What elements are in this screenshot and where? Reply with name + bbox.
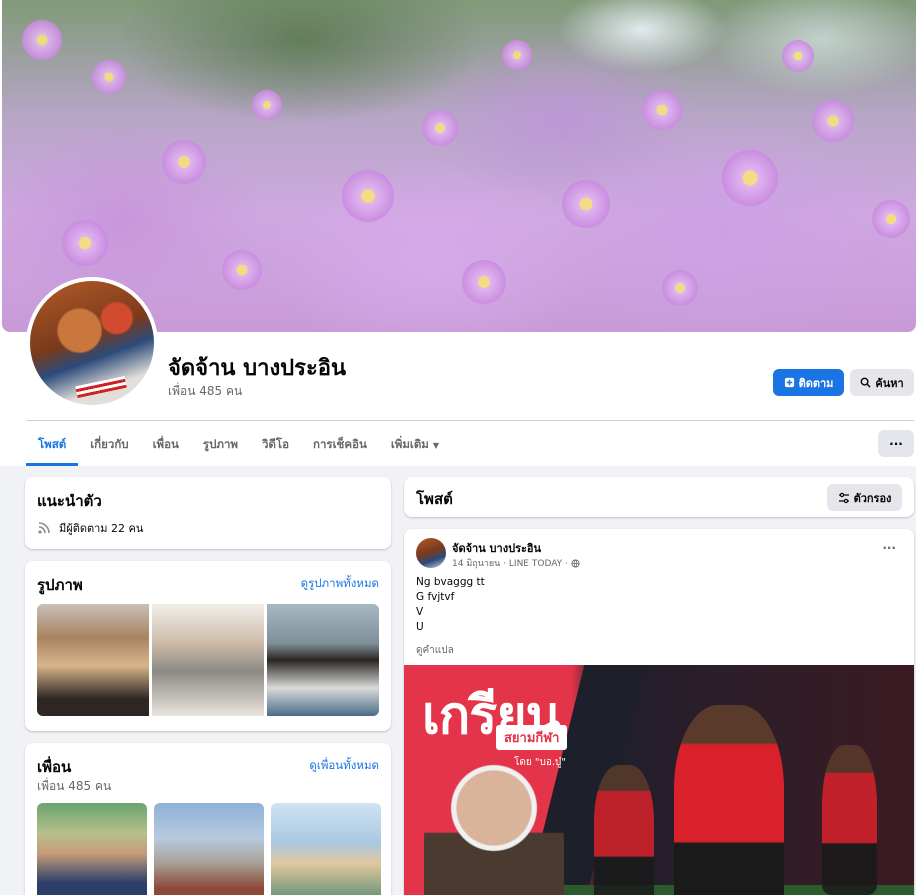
photos-title: รูปภาพ xyxy=(37,576,83,594)
tab-label: เพื่อน xyxy=(152,437,179,451)
image-columnist xyxy=(424,760,564,895)
posts-title: โพสต์ xyxy=(416,490,453,508)
image-player xyxy=(822,745,877,895)
tab-friends[interactable]: เพื่อน xyxy=(141,424,191,466)
post-author-name[interactable]: จัดจ้าน บางประอิน xyxy=(452,539,541,557)
tab-videos[interactable]: วิดีโอ xyxy=(250,424,301,466)
image-player xyxy=(674,705,784,895)
post-text-line: Ng bvaggg tt xyxy=(416,576,485,588)
friend-thumbnail[interactable] xyxy=(154,803,264,895)
search-icon xyxy=(860,377,871,388)
post-text-line: G fvjtvf xyxy=(416,591,455,603)
image-byline: โดย "บอ.บู๋" xyxy=(514,757,566,768)
post-text: Ng bvaggg tt G fvjtvf V U xyxy=(416,575,485,635)
tab-label: เพิ่มเติม xyxy=(390,437,429,451)
post-card: จัดจ้าน บางประอิน 14 มิถุนายน · LINE TOD… xyxy=(404,529,914,895)
see-all-friends-link[interactable]: ดูเพื่อนทั้งหมด xyxy=(309,757,379,775)
post-meta: 14 มิถุนายน · LINE TODAY · xyxy=(452,556,580,570)
photo-thumbnail[interactable] xyxy=(152,604,264,716)
tab-label: โพสต์ xyxy=(38,437,67,451)
photo-thumbnail[interactable] xyxy=(37,604,149,716)
profile-friends-count[interactable]: เพื่อน 485 คน xyxy=(168,382,242,401)
post-text-line: U xyxy=(416,621,424,633)
see-all-photos-link[interactable]: ดูรูปภาพทั้งหมด xyxy=(301,575,379,593)
friend-thumbnail[interactable] xyxy=(271,803,381,895)
profile-avatar[interactable] xyxy=(26,277,158,409)
friends-title: เพื่อน xyxy=(37,758,72,776)
follow-icon xyxy=(784,377,794,388)
filter-label: ตัวกรอง xyxy=(853,491,892,505)
intro-card: แนะนำตัว มีผู้ติดตาม 22 คน xyxy=(25,477,391,549)
tab-label: วิดีโอ xyxy=(262,437,290,451)
globe-icon xyxy=(571,558,580,568)
profile-tabs: โพสต์ เกี่ยวกับ เพื่อน รูปภาพ วิดีโอ การ… xyxy=(26,424,451,466)
profile-name: จัดจ้าน บางประอิน xyxy=(168,356,347,381)
follow-button[interactable]: ติดตาม xyxy=(773,369,844,396)
intro-title: แนะนำตัว xyxy=(37,492,102,510)
search-button[interactable]: ค้นหา xyxy=(850,369,914,396)
profile-header: จัดจ้าน บางประอิน เพื่อน 485 คน ติดตาม ค… xyxy=(0,0,916,466)
tab-more[interactable]: เพิ่มเติม ▼ xyxy=(379,424,451,466)
photo-thumbnail[interactable] xyxy=(267,604,379,716)
follow-label: ติดตาม xyxy=(798,376,834,390)
image-player xyxy=(594,765,654,895)
search-label: ค้นหา xyxy=(875,376,904,390)
header-divider xyxy=(26,420,914,421)
tab-label: การเช็คอิน xyxy=(313,437,367,451)
post-image[interactable]: เกรียน สยามกีฬา โดย "บอ.บู๋" xyxy=(404,665,914,895)
more-options-button[interactable]: ··· xyxy=(878,430,914,457)
followers-text: มีผู้ติดตาม 22 คน xyxy=(59,522,144,535)
tab-photos[interactable]: รูปภาพ xyxy=(191,424,250,466)
friend-thumbnail[interactable] xyxy=(37,803,147,895)
friends-count: เพื่อน 485 คน xyxy=(37,779,112,793)
filter-button[interactable]: ตัวกรอง xyxy=(827,484,902,511)
caret-down-icon: ▼ xyxy=(432,440,440,450)
followers-row[interactable]: มีผู้ติดตาม 22 คน xyxy=(37,519,143,537)
photos-card: รูปภาพ ดูรูปภาพทั้งหมด xyxy=(25,561,391,731)
tab-label: เกี่ยวกับ xyxy=(90,437,129,451)
cover-photo[interactable] xyxy=(2,0,916,332)
tab-label: รูปภาพ xyxy=(202,437,238,451)
post-author-avatar[interactable] xyxy=(416,538,446,568)
post-options-button[interactable]: ··· xyxy=(882,541,896,555)
friends-card: เพื่อน เพื่อน 485 คน ดูเพื่อนทั้งหมด xyxy=(25,743,391,895)
sliders-icon xyxy=(838,492,849,503)
tab-checkins[interactable]: การเช็คอิน xyxy=(301,424,379,466)
image-subtitle: สยามกีฬา xyxy=(496,725,568,750)
rss-icon xyxy=(38,522,50,534)
tab-about[interactable]: เกี่ยวกับ xyxy=(78,424,140,466)
post-meta-text[interactable]: 14 มิถุนายน · LINE TODAY · xyxy=(452,556,568,570)
post-text-line: V xyxy=(416,606,424,618)
tab-posts[interactable]: โพสต์ xyxy=(26,424,79,466)
see-translation-link[interactable]: ดูคำแปล xyxy=(416,643,454,658)
